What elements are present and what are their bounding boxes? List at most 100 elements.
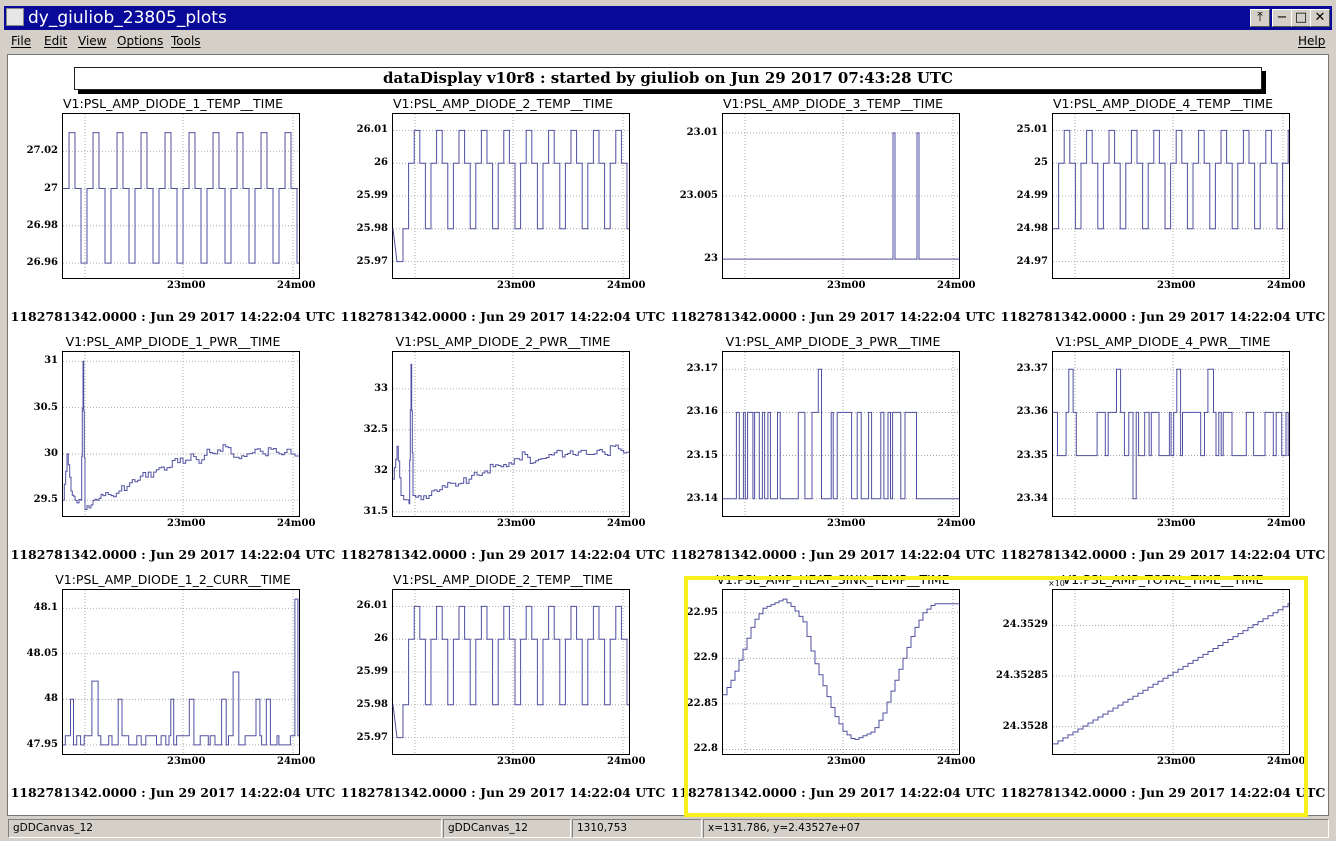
plot-title: V1:PSL_AMP_DIODE_1_PWR__TIME <box>65 334 281 349</box>
series-line <box>63 598 299 746</box>
y-tick-label: 25.98 <box>356 698 388 710</box>
x-tick-label: 23m00 <box>1157 280 1196 291</box>
y-tick-label: 48.1 <box>33 602 58 614</box>
y-tick-label: 26.01 <box>356 600 388 612</box>
x-tick-label: 23m00 <box>827 518 866 529</box>
plot-frame[interactable] <box>722 351 960 517</box>
x-tick-label: 24m00 <box>937 280 976 291</box>
plot-panel[interactable]: V1:PSL_AMP_DIODE_3_TEMP__TIME 23.01 23.005… <box>668 93 998 331</box>
plot-frame[interactable] <box>392 589 630 755</box>
x-tick-label: 23m00 <box>497 756 536 767</box>
menu-options[interactable]: Options <box>117 34 163 48</box>
plot-title: V1:PSL_AMP_DIODE_1_2_CURR__TIME <box>55 572 291 587</box>
series-line <box>1053 129 1289 230</box>
x-tick-label: 24m00 <box>277 756 316 767</box>
plot-timestamp: 1182781342.0000 : Jun 29 2017 14:22:04 U… <box>1000 309 1326 324</box>
y-tick-label: 26 <box>374 157 388 169</box>
pin-button[interactable]: ⤒ <box>1250 9 1270 27</box>
plot-panel[interactable]: V1:PSL_AMP_DIODE_1_PWR__TIME 31 30.5 30 29.5… <box>8 331 338 569</box>
plot-title: V1:PSL_AMP_DIODE_1_TEMP__TIME <box>62 96 283 111</box>
menu-help[interactable]: Help <box>1298 34 1325 48</box>
y-tick-label: 24.97 <box>1016 255 1048 267</box>
x-tick-label: 24m00 <box>607 756 646 767</box>
y-tick-label: 26 <box>374 633 388 645</box>
plot-title: V1:PSL_AMP_DIODE_2_TEMP__TIME <box>392 96 613 111</box>
x-tick-label: 24m00 <box>1267 518 1306 529</box>
y-tick-label: 23.14 <box>686 492 718 504</box>
plot-frame[interactable] <box>392 351 630 517</box>
y-tick-label: 27.02 <box>26 145 58 157</box>
plot-panel[interactable]: V1:PSL_AMP_DIODE_1_TEMP__TIME 27.02 27 26.9… <box>8 93 338 331</box>
y-tick-label: 27 <box>44 182 58 194</box>
plot-svg <box>63 590 299 754</box>
menu-tools[interactable]: Tools <box>171 34 201 48</box>
plot-timestamp: 1182781342.0000 : Jun 29 2017 14:22:04 U… <box>1000 547 1326 562</box>
plot-timestamp: 1182781342.0000 : Jun 29 2017 14:22:04 U… <box>10 547 336 562</box>
status-canvas: gDDCanvas_12 <box>443 819 571 838</box>
y-tick-label: 30.5 <box>33 401 58 413</box>
plot-svg <box>63 352 299 516</box>
y-tick-label: 23.16 <box>686 406 718 418</box>
y-tick-label: 23.15 <box>686 449 718 461</box>
y-tick-label: 30 <box>44 447 58 459</box>
x-tick-label: 23m00 <box>497 518 536 529</box>
x-tick-label: 23m00 <box>167 756 206 767</box>
maximize-button[interactable]: □ <box>1291 9 1311 27</box>
plot-timestamp: 1182781342.0000 : Jun 29 2017 14:22:04 U… <box>340 785 666 800</box>
plot-title: V1:PSL_AMP_DIODE_3_TEMP__TIME <box>722 96 943 111</box>
plot-svg <box>63 114 299 278</box>
y-tick-label: 23.01 <box>686 126 718 138</box>
menu-edit[interactable]: Edit <box>44 34 67 48</box>
plot-frame[interactable] <box>1052 113 1290 279</box>
plot-frame[interactable] <box>62 351 300 517</box>
plot-frame[interactable] <box>392 113 630 279</box>
y-tick-label: 25 <box>1034 157 1048 169</box>
plot-canvas[interactable]: dataDisplay v10r8 : started by giuliob o… <box>7 54 1329 817</box>
y-tick-label: 23.34 <box>1016 492 1048 504</box>
series-line <box>723 368 959 500</box>
plot-panel[interactable]: V1:PSL_AMP_DIODE_4_PWR__TIME 23.37 23.36 23… <box>998 331 1328 569</box>
plot-frame[interactable] <box>62 589 300 755</box>
y-tick-label: 25.98 <box>356 222 388 234</box>
x-tick-label: 23m00 <box>167 280 206 291</box>
y-tick-label: 32.5 <box>363 423 388 435</box>
close-button[interactable]: ✕ <box>1310 9 1330 27</box>
plot-timestamp: 1182781342.0000 : Jun 29 2017 14:22:04 U… <box>670 547 996 562</box>
y-tick-label: 26.98 <box>26 219 58 231</box>
y-tick-label: 26.96 <box>26 257 58 269</box>
plot-panel[interactable]: V1:PSL_AMP_DIODE_4_TEMP__TIME 25.01 25 24.9… <box>998 93 1328 331</box>
plot-frame[interactable] <box>722 113 960 279</box>
plot-panel[interactable]: V1:PSL_AMP_DIODE_1_2_CURR__TIME 48.1 48.05… <box>8 569 338 807</box>
plot-frame[interactable] <box>62 113 300 279</box>
y-tick-label: 23.35 <box>1016 449 1048 461</box>
plot-panel[interactable]: V1:PSL_AMP_DIODE_2_TEMP__TIME 26.01 26 25.9… <box>338 93 668 331</box>
plot-panel[interactable]: V1:PSL_AMP_DIODE_2_PWR__TIME 33 32.5 32 31.5… <box>338 331 668 569</box>
y-tick-label: 25.01 <box>1016 124 1048 136</box>
plot-svg <box>723 352 959 516</box>
y-tick-label: 23.005 <box>679 190 718 201</box>
x-tick-label: 24m00 <box>277 518 316 529</box>
app-icon[interactable] <box>6 8 24 26</box>
y-tick-label: 25.97 <box>356 255 388 267</box>
series-line <box>393 363 629 505</box>
window-titlebar[interactable]: dy_giuliob_23805_plots ⤒ − □ ✕ <box>0 0 1336 32</box>
y-tick-label: 48 <box>44 693 58 705</box>
x-tick-label: 23m00 <box>827 280 866 291</box>
plot-panel[interactable]: V1:PSL_AMP_DIODE_2_TEMP__TIME 26.01 26 25.9… <box>338 569 668 807</box>
x-tick-label: 23m00 <box>497 280 536 291</box>
plot-frame[interactable] <box>1052 351 1290 517</box>
menu-file[interactable]: File <box>11 34 31 48</box>
plot-panel[interactable]: V1:PSL_AMP_DIODE_3_PWR__TIME 23.17 23.16 23… <box>668 331 998 569</box>
status-pixel: 1310,753 <box>572 819 702 838</box>
plot-timestamp: 1182781342.0000 : Jun 29 2017 14:22:04 U… <box>670 309 996 324</box>
x-tick-label: 24m00 <box>277 280 316 291</box>
plot-svg <box>392 114 629 278</box>
y-tick-label: 33 <box>374 382 388 394</box>
plot-svg <box>723 114 959 278</box>
y-tick-label: 23 <box>704 253 718 265</box>
y-tick-label: 24.99 <box>1016 190 1048 201</box>
menu-view[interactable]: View <box>78 34 106 48</box>
y-tick-label: 25.99 <box>356 666 388 677</box>
minimize-button[interactable]: − <box>1272 9 1292 27</box>
y-tick-label: 29.5 <box>33 494 58 506</box>
